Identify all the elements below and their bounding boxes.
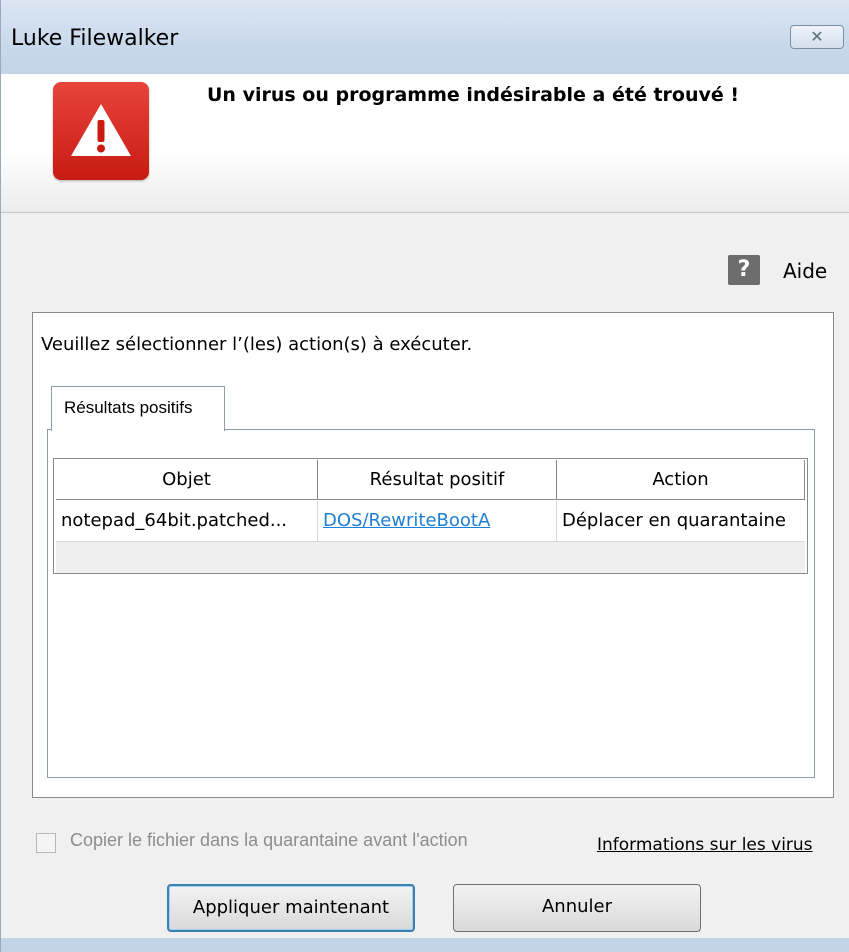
instruction-text: Veuillez sélectionner l’(les) action(s) … [41,334,473,355]
help-link[interactable]: Aide [783,259,827,283]
column-header-object[interactable]: Objet [56,460,318,500]
copy-to-quarantine-checkbox[interactable] [36,833,56,853]
window-bottom-frame [1,938,849,952]
apply-now-button[interactable]: Appliquer maintenant [167,884,415,932]
cell-action-select[interactable]: Déplacer en quarantaine [557,501,805,541]
cell-object: notepad_64bit.patched... [56,501,318,541]
table-empty-row [56,541,805,573]
dialog-window: Luke Filewalker ✕ Un virus ou programme … [0,0,849,952]
results-table: Objet Résultat positif Action notepad_64… [53,458,808,574]
help-icon[interactable]: ? [728,255,760,285]
column-header-result[interactable]: Résultat positif [318,460,557,500]
table-header: Objet Résultat positif Action [56,460,805,500]
warning-triangle-icon [53,82,149,180]
cell-result-link[interactable]: DOS/RewriteBootA [318,501,557,541]
alert-title: Un virus ou programme indésirable a été … [207,84,740,106]
column-header-action[interactable]: Action [557,460,805,500]
copy-to-quarantine-label: Copier le fichier dans la quarantaine av… [70,830,468,850]
window-title: Luke Filewalker [11,26,179,51]
table-row[interactable]: notepad_64bit.patched... DOS/RewriteBoot… [56,501,805,541]
threat-name-link[interactable]: DOS/RewriteBootA [323,510,490,531]
cancel-button[interactable]: Annuler [453,884,701,932]
title-bar[interactable]: Luke Filewalker ✕ [1,0,849,74]
virus-info-link[interactable]: Informations sur les virus [597,835,813,855]
close-icon: ✕ [810,27,824,46]
tab-positive-results[interactable]: Résultats positifs [51,386,225,431]
close-button[interactable]: ✕ [790,25,844,49]
